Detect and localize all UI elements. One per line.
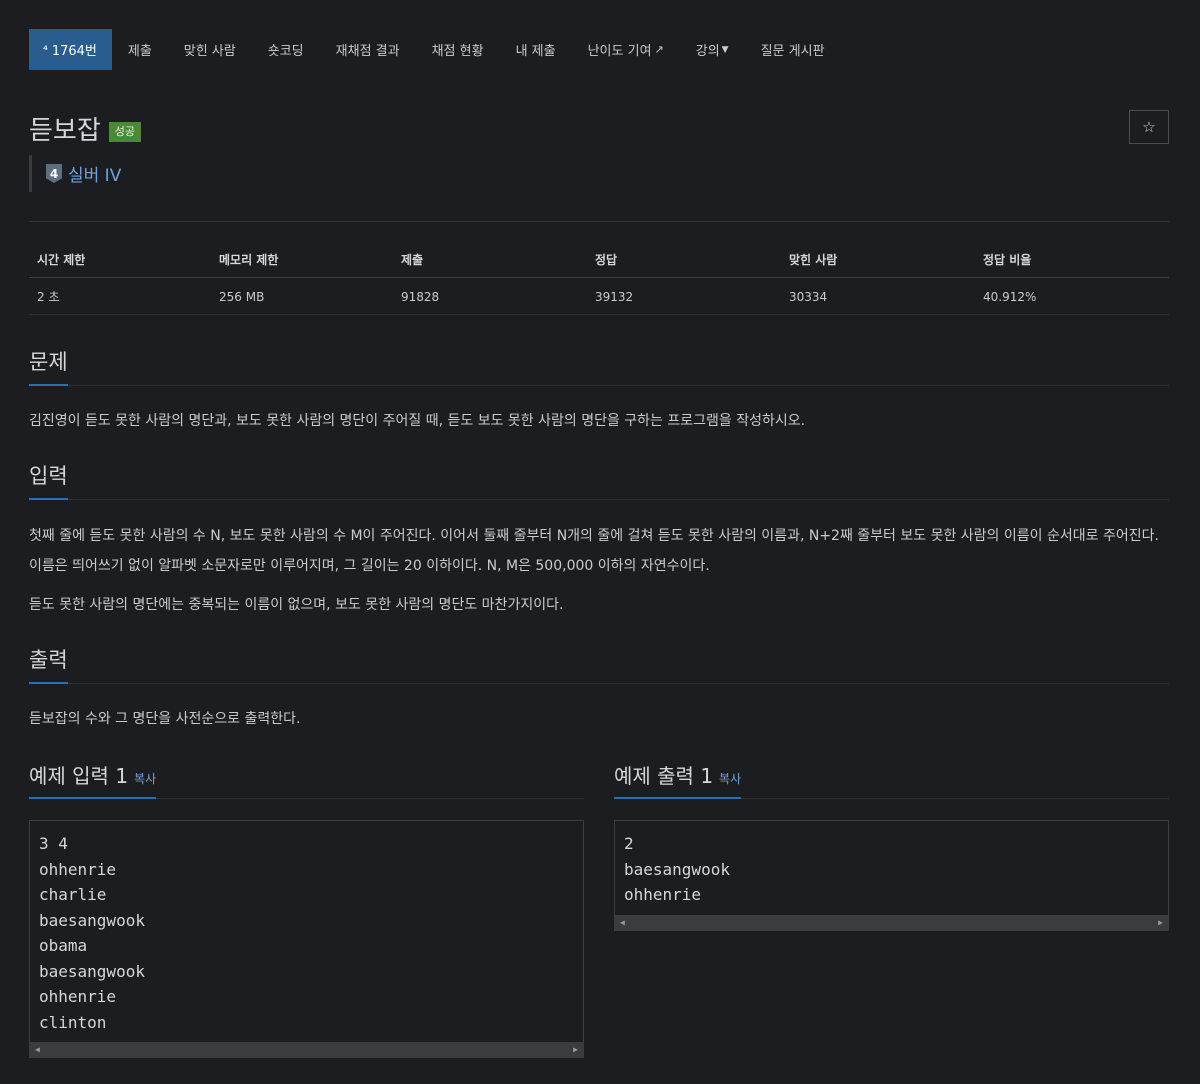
nav-item-label: 1764번 xyxy=(51,44,97,59)
star-button[interactable]: ☆ xyxy=(1129,110,1169,144)
header-solvers: 맞힌 사람 xyxy=(781,243,975,278)
nav-item-board[interactable]: 질문 게시판 xyxy=(745,29,841,70)
sample-output-header: 예제 출력 1 복사 xyxy=(614,760,1169,799)
problem-description: 김진영이 듣도 못한 사람의 명단과, 보도 못한 사람의 명단이 주어질 때,… xyxy=(29,413,806,429)
tier-link[interactable]: 실버 IV xyxy=(68,161,121,186)
nav-item-status[interactable]: 채점 현황 xyxy=(416,29,500,70)
sample-output-line: ohhenrie xyxy=(624,885,702,904)
sample-output-title: 예제 출력 1 xyxy=(614,764,714,788)
nav-item-label: 맞힌 사람 xyxy=(183,44,236,59)
output-section-header: 출력 xyxy=(29,644,1169,684)
header-memory-limit: 메모리 제한 xyxy=(211,243,393,278)
nav-item-solvers[interactable]: 맞힌 사람 xyxy=(168,29,252,70)
scroll-left-icon[interactable]: ◀ xyxy=(35,1037,40,1063)
scroll-left-icon[interactable]: ◀ xyxy=(620,910,625,936)
problem-nav: ⁴ 1764번 제출 맞힌 사람 숏코딩 재채점 결과 채점 현황 내 제출 난… xyxy=(29,29,841,70)
page-title: 듣보잡 xyxy=(29,116,101,146)
nav-item-shortcoding[interactable]: 숏코딩 xyxy=(252,29,320,70)
nav-item-label: 강의 xyxy=(695,44,720,59)
table-row: 2 초 256 MB 91828 39132 30334 40.912% xyxy=(29,277,1169,315)
header-accepted: 정답 xyxy=(587,243,781,278)
sample-input-line: 3 4 xyxy=(39,831,574,857)
input-description: 첫째 줄에 듣도 못한 사람의 수 N, 보도 못한 사람의 수 M이 주어진다… xyxy=(29,528,1159,574)
nav-item-my-submissions[interactable]: 내 제출 xyxy=(500,29,572,70)
nav-item-label: 내 제출 xyxy=(515,44,556,59)
tier-icon: ⁴ xyxy=(43,42,48,57)
scroll-right-icon[interactable]: ▶ xyxy=(1158,910,1163,936)
sample-output-line: baesangwook xyxy=(624,859,730,879)
accepted-value: 39132 xyxy=(587,277,781,315)
sample-input-title: 예제 입력 1 xyxy=(29,764,129,788)
problem-info-table: 시간 제한 메모리 제한 제출 정답 맞힌 사람 정답 비율 2 초 256 M… xyxy=(29,243,1169,315)
star-icon: ☆ xyxy=(1142,118,1156,136)
title-row: 듣보잡 성공 xyxy=(29,110,142,147)
table-header-row: 시간 제한 메모리 제한 제출 정답 맞힌 사람 정답 비율 xyxy=(29,243,1169,278)
solvers-value: 30334 xyxy=(781,277,975,315)
sample-input-line: ohhenrie xyxy=(39,987,117,1006)
nav-item-submit[interactable]: 제출 xyxy=(112,29,168,70)
submissions-value: 91828 xyxy=(393,277,587,315)
divider xyxy=(29,221,1169,222)
input-section-header: 입력 xyxy=(29,460,1169,500)
tier-block: 4 실버 IV xyxy=(29,155,121,192)
nav-item-label: 질문 게시판 xyxy=(760,44,825,59)
copy-input-button[interactable]: 복사 xyxy=(134,772,156,786)
nav-item-label: 숏코딩 xyxy=(267,44,304,59)
nav-item-difficulty[interactable]: 난이도 기여 ↗ xyxy=(572,29,680,70)
sample-input-line: baesangwook xyxy=(39,910,145,930)
sample-output-line: 2 xyxy=(624,834,634,853)
tier-badge-icon: 4 xyxy=(46,164,62,183)
nav-item-problem[interactable]: ⁴ 1764번 xyxy=(29,29,112,70)
sample-output-box[interactable]: 2 baesangwook ohhenrie ◀ ▶ xyxy=(614,820,1169,931)
caret-down-icon: ▼ xyxy=(721,44,729,55)
copy-output-button[interactable]: 복사 xyxy=(719,772,741,786)
time-limit-value: 2 초 xyxy=(29,277,211,315)
external-link-icon: ↗ xyxy=(654,43,664,56)
nav-item-label: 재채점 결과 xyxy=(335,44,400,59)
ratio-value: 40.912% xyxy=(975,277,1169,315)
sample-input-line: ohhenrie xyxy=(39,859,117,879)
horizontal-scrollbar[interactable]: ◀ ▶ xyxy=(30,1042,583,1057)
sample-input-box[interactable]: 3 4 ohhenrie charlie baesangwook obama b… xyxy=(29,820,584,1058)
sample-input-header: 예제 입력 1 복사 xyxy=(29,760,584,799)
nav-item-label: 제출 xyxy=(127,44,152,59)
sample-input-first: 3 4 xyxy=(39,834,68,853)
problem-heading: 문제 xyxy=(29,346,68,386)
sample-input-line: clinton xyxy=(39,1012,107,1032)
sample-input-line: baesangwook xyxy=(39,961,145,981)
sample-output-heading: 예제 출력 1 복사 xyxy=(614,760,742,799)
nav-item-rejudge[interactable]: 재채점 결과 xyxy=(320,29,416,70)
input-description-2: 듣도 못한 사람의 명단에는 중복되는 이름이 없으며, 보도 못한 사람의 명… xyxy=(29,597,564,613)
sample-input-line: obama xyxy=(39,936,88,955)
nav-item-lecture[interactable]: 강의 ▼ xyxy=(680,29,745,70)
output-heading: 출력 xyxy=(29,644,68,684)
nav-item-label: 채점 현황 xyxy=(431,44,484,59)
problem-section-header: 문제 xyxy=(29,346,1169,386)
output-description: 듣보잡의 수와 그 명단을 사전순으로 출력한다. xyxy=(29,711,301,727)
scroll-right-icon[interactable]: ▶ xyxy=(573,1037,578,1063)
status-badge: 성공 xyxy=(108,121,142,142)
nav-item-label: 난이도 기여 xyxy=(587,44,652,59)
sample-input-heading: 예제 입력 1 복사 xyxy=(29,760,157,799)
header-submissions: 제출 xyxy=(393,243,587,278)
header-time-limit: 시간 제한 xyxy=(29,243,211,278)
sample-input-line: charlie xyxy=(39,885,107,904)
input-heading: 입력 xyxy=(29,460,68,500)
memory-limit-value: 256 MB xyxy=(211,277,393,315)
header-ratio: 정답 비율 xyxy=(975,243,1169,278)
horizontal-scrollbar[interactable]: ◀ ▶ xyxy=(615,915,1168,930)
